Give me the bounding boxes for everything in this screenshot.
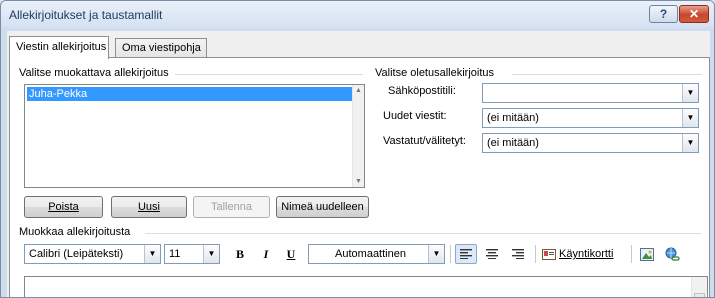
italic-button[interactable]: I (257, 244, 275, 264)
editor-scrollbar[interactable] (691, 277, 707, 297)
signature-list[interactable]: Juha-Pekka ▲ ▼ (24, 84, 365, 188)
replies-forwards-label: Vastatut/välitetyt: (383, 135, 466, 147)
toolbar-separator (535, 245, 536, 263)
font-name-value: Calibri (Leipäteksti) (29, 248, 124, 260)
align-center-button[interactable] (481, 244, 503, 264)
font-size-value: 11 (169, 248, 181, 260)
replies-forwards-value: (ei mitään) (487, 137, 539, 149)
editor-scroll-thumb[interactable] (694, 293, 705, 297)
rename-button-label: Nimeä uudelleen (281, 201, 364, 213)
new-button[interactable]: Uusi (111, 196, 187, 218)
signature-list-scrollbar[interactable]: ▲ ▼ (352, 85, 364, 187)
scroll-up-icon[interactable]: ▲ (355, 87, 362, 94)
close-button[interactable]: ✕ (679, 5, 709, 23)
insert-hyperlink-button[interactable] (662, 244, 682, 264)
title-bar: Allekirjoitukset ja taustamallit ? ✕ (1, 1, 714, 27)
align-left-button[interactable] (455, 244, 477, 264)
new-messages-value: (ei mitään) (487, 112, 539, 124)
signature-list-item-selected[interactable]: Juha-Pekka (27, 87, 362, 101)
new-messages-select[interactable]: (ei mitään) ▼ (482, 108, 699, 128)
align-center-icon (486, 249, 498, 259)
save-button-label: Tallenna (211, 201, 252, 213)
tab-panel: Valitse muokattava allekirjoitus Juha-Pe… (9, 57, 710, 297)
email-account-label: Sähköpostitili: (388, 85, 456, 97)
signature-editor[interactable] (24, 276, 708, 297)
heading-separator (145, 233, 701, 234)
tab-personal-stationery[interactable]: Oma viestipohja (115, 38, 207, 58)
picture-icon (640, 247, 654, 261)
scroll-down-icon[interactable]: ▼ (355, 178, 362, 185)
chevron-down-icon[interactable]: ▼ (682, 134, 698, 152)
tab-email-signature[interactable]: Viestin allekirjoitus (9, 36, 109, 59)
replies-forwards-select[interactable]: (ei mitään) ▼ (482, 133, 699, 153)
font-name-select[interactable]: Calibri (Leipäteksti) ▼ (24, 244, 161, 264)
save-button[interactable]: Tallenna (193, 196, 270, 218)
align-right-button[interactable] (507, 244, 529, 264)
bold-button[interactable]: B (231, 244, 249, 264)
delete-button-label: Poista (48, 201, 79, 213)
signatures-dialog: Allekirjoitukset ja taustamallit ? ✕ Vie… (0, 0, 715, 298)
tab-personal-stationery-label: Oma viestipohja (122, 42, 201, 54)
heading-separator (175, 74, 363, 75)
window-title: Allekirjoitukset ja taustamallit (9, 8, 163, 22)
chevron-down-icon[interactable]: ▼ (144, 245, 160, 263)
delete-button[interactable]: Poista (24, 196, 103, 218)
business-card-label: Käyntikortti (559, 248, 614, 260)
business-card-button[interactable]: Käyntikortti (542, 244, 626, 264)
font-size-select[interactable]: 11 ▼ (164, 244, 220, 264)
new-button-label: Uusi (137, 201, 160, 213)
align-right-icon (512, 249, 524, 259)
help-button[interactable]: ? (649, 5, 678, 23)
heading-separator (512, 74, 702, 75)
tab-email-signature-label: Viestin allekirjoitus (16, 41, 107, 53)
chevron-down-icon[interactable]: ▼ (203, 245, 219, 263)
default-signature-heading: Valitse oletusallekirjoitus (375, 67, 495, 79)
chevron-down-icon[interactable]: ▼ (428, 245, 444, 263)
business-card-icon (542, 248, 556, 260)
insert-picture-button[interactable] (637, 244, 657, 264)
dialog-body: Viestin allekirjoitus Oma viestipohja Va… (7, 31, 710, 297)
underline-button[interactable]: U (282, 244, 300, 264)
align-left-icon (460, 249, 472, 259)
toolbar-separator (450, 245, 451, 263)
font-color-select[interactable]: Automaattinen ▼ (308, 244, 445, 264)
select-signature-heading: Valitse muokattava allekirjoitus (19, 67, 169, 79)
chevron-down-icon[interactable]: ▼ (682, 84, 698, 102)
chevron-down-icon[interactable]: ▼ (682, 109, 698, 127)
rename-button[interactable]: Nimeä uudelleen (276, 196, 369, 218)
toolbar-separator (631, 245, 632, 263)
font-color-value: Automaattinen (335, 248, 406, 260)
hyperlink-icon (665, 247, 680, 261)
email-account-select[interactable]: ▼ (482, 83, 699, 103)
new-messages-label: Uudet viestit: (383, 110, 447, 122)
edit-signature-heading: Muokkaa allekirjoitusta (19, 226, 131, 238)
